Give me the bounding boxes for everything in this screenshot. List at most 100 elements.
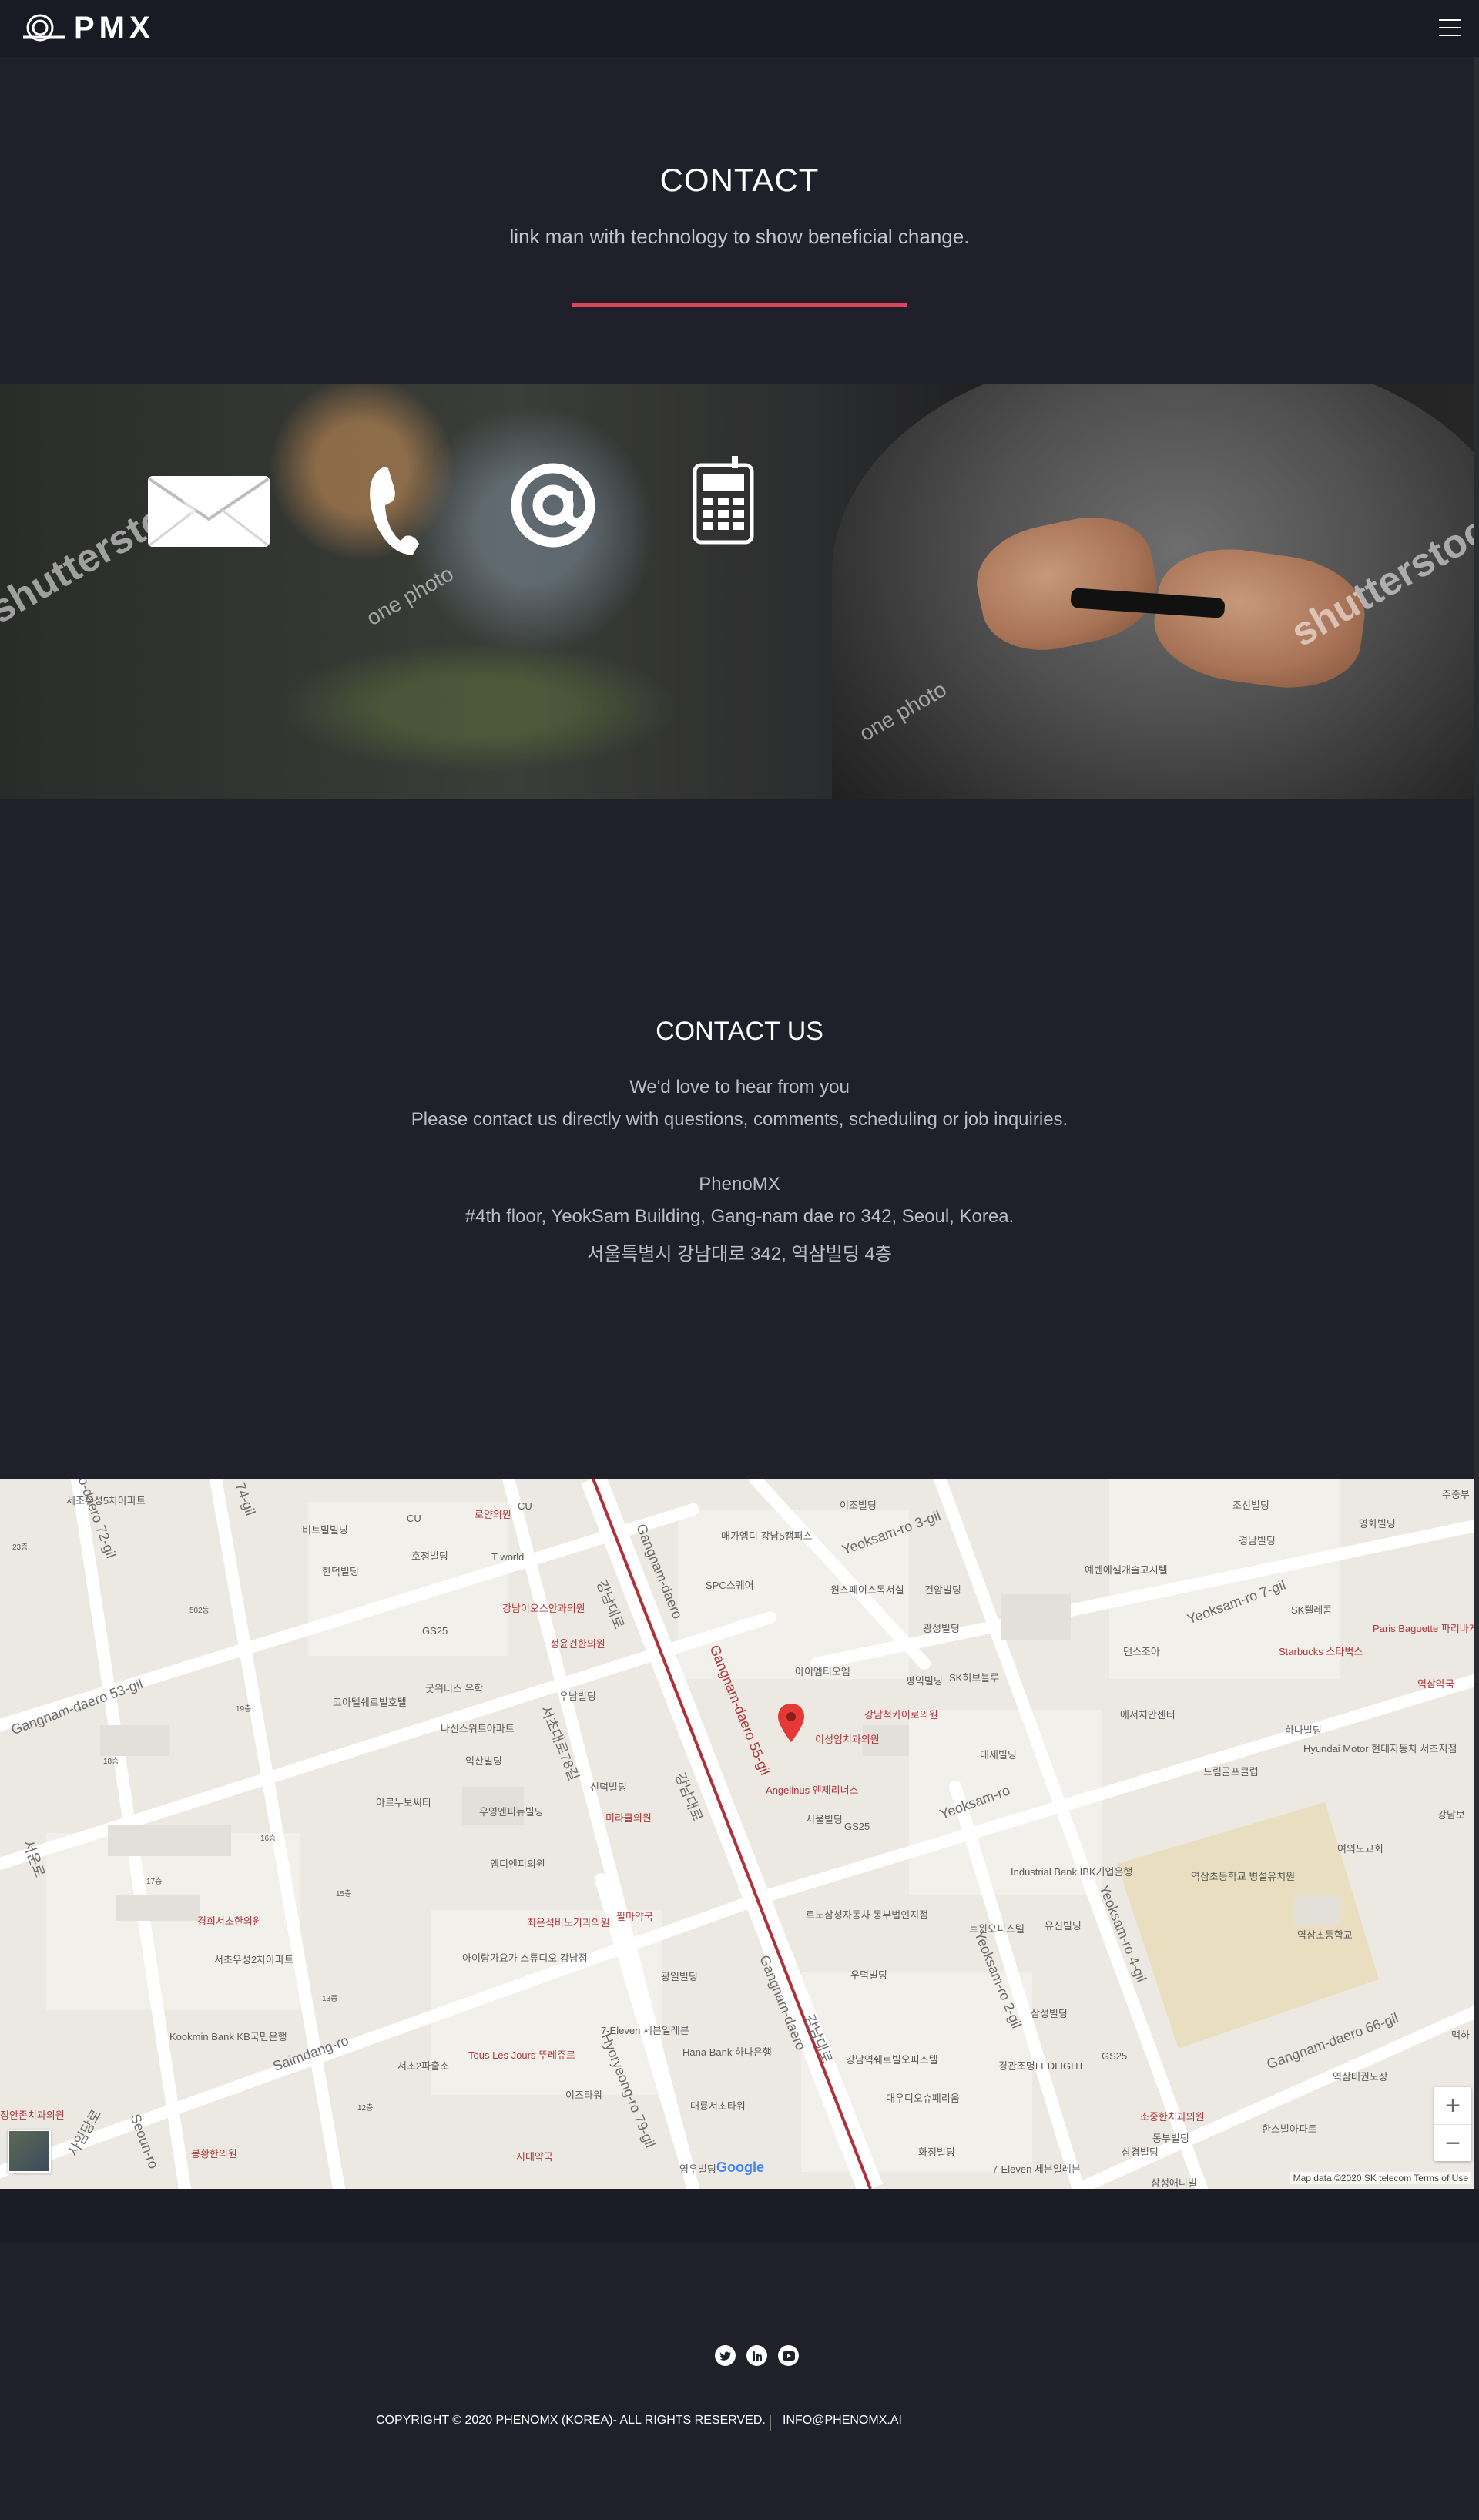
google-logo-text: Google (716, 2160, 764, 2175)
map-label: 7-Eleven 세븐일레븐 (992, 2163, 1081, 2175)
map-label: 대륭서초타워 (690, 2100, 746, 2112)
company-name: PhenoMX (699, 1174, 780, 1195)
pmx-logo-icon (23, 14, 65, 42)
footer: COPYRIGHT © 2020 PHENOMX (KOREA)- ALL RI… (0, 2189, 1479, 2520)
hamburger-bar (1439, 19, 1461, 21)
map-label: 코아텔쉐르빌호텔 (333, 1697, 407, 1708)
map-label: 주중부 (1442, 1489, 1470, 1500)
map-label: 서초2파출소 (397, 2060, 450, 2072)
map-label: 비트빌빌딩 (302, 1524, 348, 1536)
map-label: 영우빌딩 (679, 2163, 716, 2175)
map-label: 댄스조아 (1123, 1646, 1160, 1657)
map-label: Kookmin Bank KB국민은행 (169, 2031, 287, 2042)
map-label: 익산빌딩 (465, 1755, 502, 1767)
map-label: 13층 (322, 1995, 338, 2003)
contact-title: CONTACT (659, 162, 820, 198)
map-label: 로얀의원 (475, 1509, 511, 1520)
map-label: 맥하 (1451, 2029, 1470, 2041)
map-label: 12층 (357, 2104, 374, 2113)
map-label: 우영엔피뉴빌딩 (479, 1806, 544, 1818)
map-label: 미라클의원 (605, 1812, 652, 1824)
map-label: 화정빌딩 (918, 2146, 955, 2158)
map-label: GS25 (844, 1821, 870, 1832)
social-links (715, 2345, 799, 2366)
map-label: 강남척카이로의원 (864, 1709, 938, 1721)
map-label: 광성빌딩 (923, 1623, 960, 1634)
contact-us-line2: Please contact us directly with question… (411, 1109, 1068, 1130)
map-label: SPC스퀘어 (706, 1580, 754, 1591)
map-label: Paris Baguette 파리바게뜨 (1373, 1623, 1479, 1634)
map-label: 대세빌딩 (980, 1749, 1017, 1761)
map-label: GS25 (1102, 2050, 1128, 2062)
map-label: 23층 (12, 1543, 29, 1552)
twitter-icon[interactable] (715, 2345, 736, 2366)
map-label: Hana Bank 하나은행 (682, 2046, 772, 2058)
telephone-icon (370, 467, 419, 555)
title-underline-divider (572, 303, 907, 307)
location-pin-icon[interactable] (778, 1704, 804, 1742)
map-label: Industrial Bank IBK기업은행 (1011, 1866, 1133, 1878)
map-label: 삼성빌딩 (1031, 2008, 1068, 2019)
map-label: 강남이오스안과의원 (502, 1603, 585, 1614)
map-label: 19층 (236, 1705, 252, 1714)
map-label: 굿위너스 유학 (425, 1683, 484, 1694)
map-zoom-controls: + − (1434, 2087, 1471, 2161)
map-label: 경희서초한의원 (197, 1915, 262, 1927)
at-sign-icon (511, 463, 595, 548)
contact-subtitle: link man with technology to show benefic… (509, 225, 970, 248)
map-label: 엠디엔피의원 (490, 1858, 545, 1870)
map-label: CU (518, 1500, 532, 1512)
address-english: #4th floor, YeokSam Building, Gang-nam d… (464, 1206, 1015, 1227)
page-scrollbar[interactable] (1474, 57, 1479, 2189)
map-label: 한덕빌딩 (322, 1566, 359, 1577)
map-label: 에서치안센터 (1120, 1709, 1175, 1721)
map-label: 삼경빌딩 (1122, 2146, 1159, 2158)
watermark-text: shutterstock (0, 473, 213, 633)
footer-divider (770, 2415, 771, 2431)
map-label: 우덕빌딩 (850, 1969, 887, 1981)
contact-email-link[interactable]: INFO@PHENOMX.AI (783, 2414, 902, 2428)
top-navbar: PMX (0, 0, 1479, 57)
youtube-icon[interactable] (778, 2345, 799, 2366)
map-label: 매가엠디 강남5캠퍼스 (721, 1530, 813, 1542)
map-label: Tous Les Jours 뚜레쥬르 (468, 2049, 575, 2061)
map-label: 502동 (189, 1607, 210, 1615)
zoom-out-button[interactable]: − (1434, 2125, 1471, 2162)
map-label: 유신빌딩 (1045, 1920, 1082, 1932)
zoom-in-button[interactable]: + (1434, 2087, 1471, 2124)
map-label: 원스페이스독서실 (830, 1584, 904, 1596)
contact-banner-image: shutterstock shutterstock one photo one … (0, 384, 1479, 799)
map-label: 대우디오슈페리움 (886, 2093, 960, 2104)
map-label: 평익빌딩 (906, 1675, 943, 1687)
map-label: 여의도교회 (1337, 1843, 1383, 1855)
map-label: 영화빌딩 (1359, 1518, 1396, 1530)
satellite-view-toggle[interactable] (8, 2130, 51, 2173)
map-label: Hyundai Motor 현대자동차 서초지점 (1303, 1743, 1457, 1754)
map-label: 강남보 (1437, 1809, 1465, 1821)
map-label: CU (407, 1513, 421, 1524)
hamburger-bar (1439, 35, 1461, 36)
map-label: 조선빌딩 (1232, 1500, 1269, 1511)
google-map[interactable]: 세조우성5차아파트 비트빌빌딩 CU 로얀의원 CU 매가엠디 강남5캠퍼스 이… (0, 1479, 1479, 2189)
brand-logo[interactable]: PMX (22, 12, 155, 43)
map-label: 15층 (336, 1890, 352, 1898)
map-label: 필마약국 (616, 1911, 653, 1922)
map-label: 역삼초등학교 병설유치원 (1191, 1871, 1296, 1882)
linkedin-icon[interactable] (746, 2345, 767, 2366)
map-label: 이성임치과의원 (815, 1734, 880, 1745)
map-label: SK허브블루 (949, 1672, 1000, 1684)
map-credit[interactable]: Map data ©2020 SK telecom Terms of Use (1290, 2172, 1471, 2184)
map-label: 강남역쉐르빌오피스텔 (846, 2054, 938, 2066)
map-label: 시대약국 (516, 2151, 553, 2163)
map-label: 정윤건한의원 (550, 1638, 605, 1650)
map-label: 이조빌딩 (840, 1500, 877, 1511)
map-label: Angelinus 엔제리너스 (766, 1784, 859, 1796)
google-logo[interactable]: Google (716, 2160, 764, 2176)
address-korean: 서울특별시 강남대로 342, 역삼빌딩 4층 (587, 1244, 892, 1265)
logo-text: PMX (74, 11, 155, 45)
map-label: 정안존치과의원 (0, 2109, 65, 2121)
menu-hamburger-button[interactable] (1439, 17, 1461, 39)
map-label: 경관조명LEDLIGHT (998, 2060, 1085, 2072)
map-label: 18층 (103, 1758, 119, 1766)
map-label: 최은석비노기과의원 (527, 1917, 610, 1929)
